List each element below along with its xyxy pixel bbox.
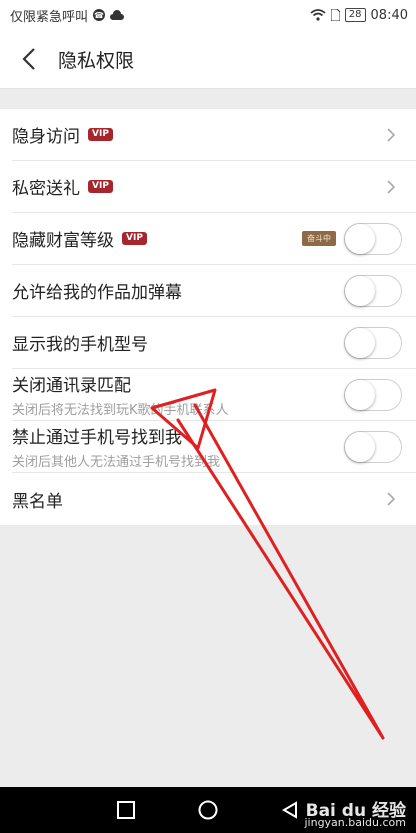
vip-badge: VIP [88, 128, 113, 141]
home-button[interactable] [198, 800, 218, 820]
setting-label: 显示我的手机型号 [12, 335, 148, 355]
setting-row-hide-wealth-level: 隐藏财富等级 VIP 奋斗中 [12, 213, 416, 265]
sim-icon [330, 9, 340, 21]
toggle-knob [345, 379, 375, 410]
circle-icon [198, 800, 218, 820]
chevron-left-icon [22, 48, 35, 70]
allow-danmaku-toggle[interactable] [344, 274, 402, 307]
hide-wealth-toggle[interactable] [344, 222, 402, 255]
settings-list: 隐身访问 VIP 私密送礼 VIP 隐藏财富等级 VIP 奋斗中 允许给我的作品… [0, 109, 416, 525]
carrier-text: 仅限紧急呼叫 [10, 9, 89, 25]
setting-row-incognito-visit[interactable]: 隐身访问 VIP [12, 109, 416, 161]
rank-badge: 奋斗中 [302, 231, 336, 246]
header: 隐私权限 [0, 30, 416, 89]
recents-button[interactable] [116, 800, 136, 820]
setting-row-contacts-match: 关闭通讯录匹配 关闭后将无法找到玩K歌的手机联系人 [12, 369, 416, 421]
setting-description: 关闭后将无法找到玩K歌的手机联系人 [12, 403, 229, 418]
setting-row-phone-search: 禁止通过手机号找到我 关闭后其他人无法通过手机号找到我 [12, 421, 416, 473]
status-bar: 仅限紧急呼叫 ☎ 28 08:40 [0, 0, 416, 30]
emergency-icon: ☎ [92, 8, 106, 22]
setting-label: 禁止通过手机号找到我 [12, 428, 182, 448]
setting-label: 黑名单 [12, 491, 63, 512]
section-gap [0, 89, 416, 109]
android-nav-bar: Bai du 经验 jingyan.baidu.com [0, 787, 416, 833]
chevron-right-icon [384, 489, 398, 509]
back-button[interactable] [0, 30, 58, 88]
setting-label: 关闭通讯录匹配 [12, 376, 131, 396]
setting-description: 关闭后其他人无法通过手机号找到我 [12, 455, 221, 470]
triangle-back-icon [282, 801, 297, 819]
wifi-icon [310, 9, 326, 21]
nav-back-button[interactable] [280, 800, 300, 820]
setting-row-allow-danmaku: 允许给我的作品加弹幕 [12, 265, 416, 317]
toggle-knob [345, 431, 375, 462]
cloud-icon [110, 9, 125, 21]
setting-label: 私密送礼 [12, 179, 80, 199]
chevron-right-icon [384, 177, 398, 197]
setting-label: 隐身访问 [12, 127, 80, 147]
svg-text:☎: ☎ [94, 11, 104, 20]
page-title: 隐私权限 [58, 49, 135, 72]
setting-label: 隐藏财富等级 [12, 231, 114, 251]
vip-badge: VIP [88, 180, 113, 193]
clock: 08:40 [370, 7, 408, 23]
square-icon [117, 801, 135, 819]
chevron-right-icon [384, 125, 398, 145]
setting-row-private-gift[interactable]: 私密送礼 VIP [12, 161, 416, 213]
toggle-knob [345, 223, 375, 254]
setting-row-blacklist[interactable]: 黑名单 [12, 473, 416, 525]
show-phone-model-toggle[interactable] [344, 326, 402, 359]
setting-row-show-phone-model: 显示我的手机型号 [12, 317, 416, 369]
watermark: Bai du 经验 jingyan.baidu.com [304, 803, 406, 829]
vip-badge: VIP [122, 232, 147, 245]
battery-level: 28 [344, 8, 366, 22]
watermark-site: jingyan.baidu.com [304, 816, 406, 829]
phone-search-toggle[interactable] [344, 430, 402, 463]
contacts-match-toggle[interactable] [344, 378, 402, 411]
toggle-knob [345, 327, 375, 358]
toggle-knob [345, 275, 375, 306]
setting-label: 允许给我的作品加弹幕 [12, 283, 182, 303]
